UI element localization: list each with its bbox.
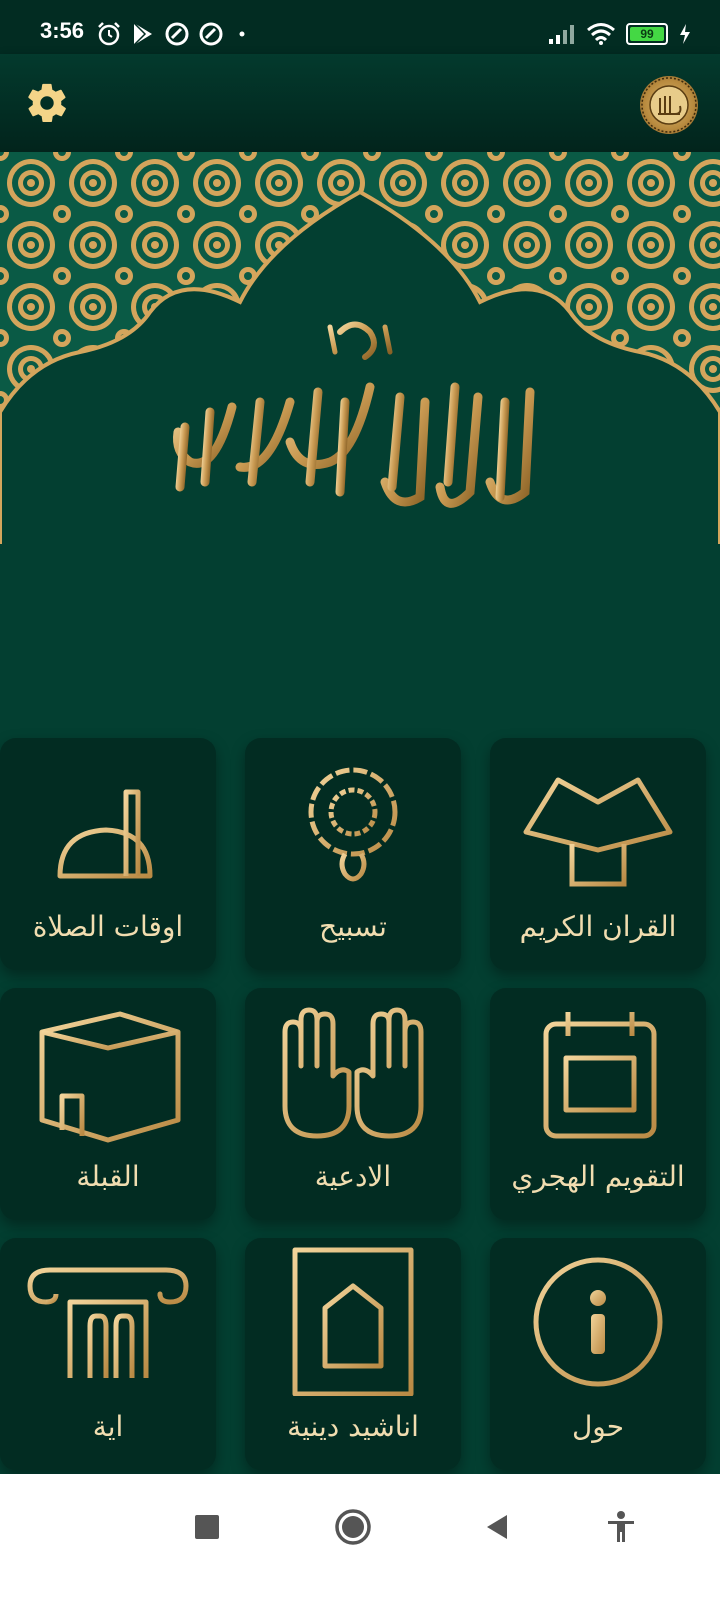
tile-prayer-times[interactable]: اوقات الصلاة xyxy=(0,738,216,970)
circle-icon xyxy=(335,1509,371,1545)
app-notification-icon xyxy=(199,22,223,46)
square-icon xyxy=(195,1515,219,1539)
notification-icons xyxy=(96,20,252,48)
accessibility-button[interactable] xyxy=(596,1502,646,1552)
prayer-rug-icon xyxy=(292,1247,414,1396)
quran-stand-icon xyxy=(523,777,673,887)
tile-label: تسبيح xyxy=(319,910,387,943)
charging-icon xyxy=(680,24,690,44)
system-icons: 99 xyxy=(548,20,692,48)
back-button[interactable] xyxy=(472,1502,522,1552)
kaaba-icon xyxy=(39,1011,181,1143)
tile-nasheeds[interactable]: اناشيد دينية xyxy=(245,1238,461,1470)
header-banner xyxy=(0,152,720,552)
allah-calligraphy-logo-icon xyxy=(641,77,697,133)
tile-verse[interactable]: اية xyxy=(0,1238,216,1470)
dot-icon xyxy=(239,31,245,37)
system-nav-bar xyxy=(0,1474,720,1600)
home-button[interactable] xyxy=(328,1502,378,1552)
praying-hands-icon xyxy=(282,1007,424,1139)
gear-icon xyxy=(28,83,66,122)
column-icon xyxy=(27,1267,189,1378)
battery-level: 99 xyxy=(640,27,654,41)
info-icon xyxy=(533,1257,663,1387)
triangle-back-icon xyxy=(487,1515,507,1539)
tile-label: حول xyxy=(571,1410,625,1443)
tile-hijri-calendar[interactable]: التقويم الهجري xyxy=(490,988,706,1220)
recents-button[interactable] xyxy=(182,1502,232,1552)
tile-quran[interactable]: القران الكريم xyxy=(490,738,706,970)
tile-qibla[interactable]: القبلة xyxy=(0,988,216,1220)
tile-label: القبلة xyxy=(76,1160,140,1193)
status-time: 3:56 xyxy=(40,18,85,43)
tile-duas[interactable]: الادعية xyxy=(245,988,461,1220)
tile-label: الادعية xyxy=(314,1160,392,1193)
app-notification-icon xyxy=(165,22,189,46)
app-bar xyxy=(0,54,720,152)
calendar-icon xyxy=(543,1012,657,1139)
settings-button[interactable] xyxy=(24,80,70,126)
tile-tasbeeh[interactable]: تسبيح xyxy=(245,738,461,970)
allah-logo[interactable] xyxy=(640,76,698,134)
prayer-beads-icon xyxy=(308,767,398,882)
signal-icon xyxy=(549,25,574,44)
tile-label: اية xyxy=(92,1410,124,1443)
tile-label: اوقات الصلاة xyxy=(32,910,184,943)
play-store-icon xyxy=(133,22,152,46)
islamic-arch-pattern xyxy=(0,152,720,552)
tile-label: اناشيد دينية xyxy=(287,1410,419,1443)
battery-icon: 99 xyxy=(626,23,668,45)
tile-label: القران الكريم xyxy=(519,910,677,943)
alarm-icon xyxy=(98,22,120,46)
tile-label: التقويم الهجري xyxy=(511,1160,685,1193)
accessibility-icon xyxy=(608,1511,634,1542)
mosque-dome-icon xyxy=(57,758,153,879)
wifi-icon xyxy=(587,23,615,45)
status-bar: 3:56 99 xyxy=(0,0,720,54)
tile-about[interactable]: حول xyxy=(490,1238,706,1470)
